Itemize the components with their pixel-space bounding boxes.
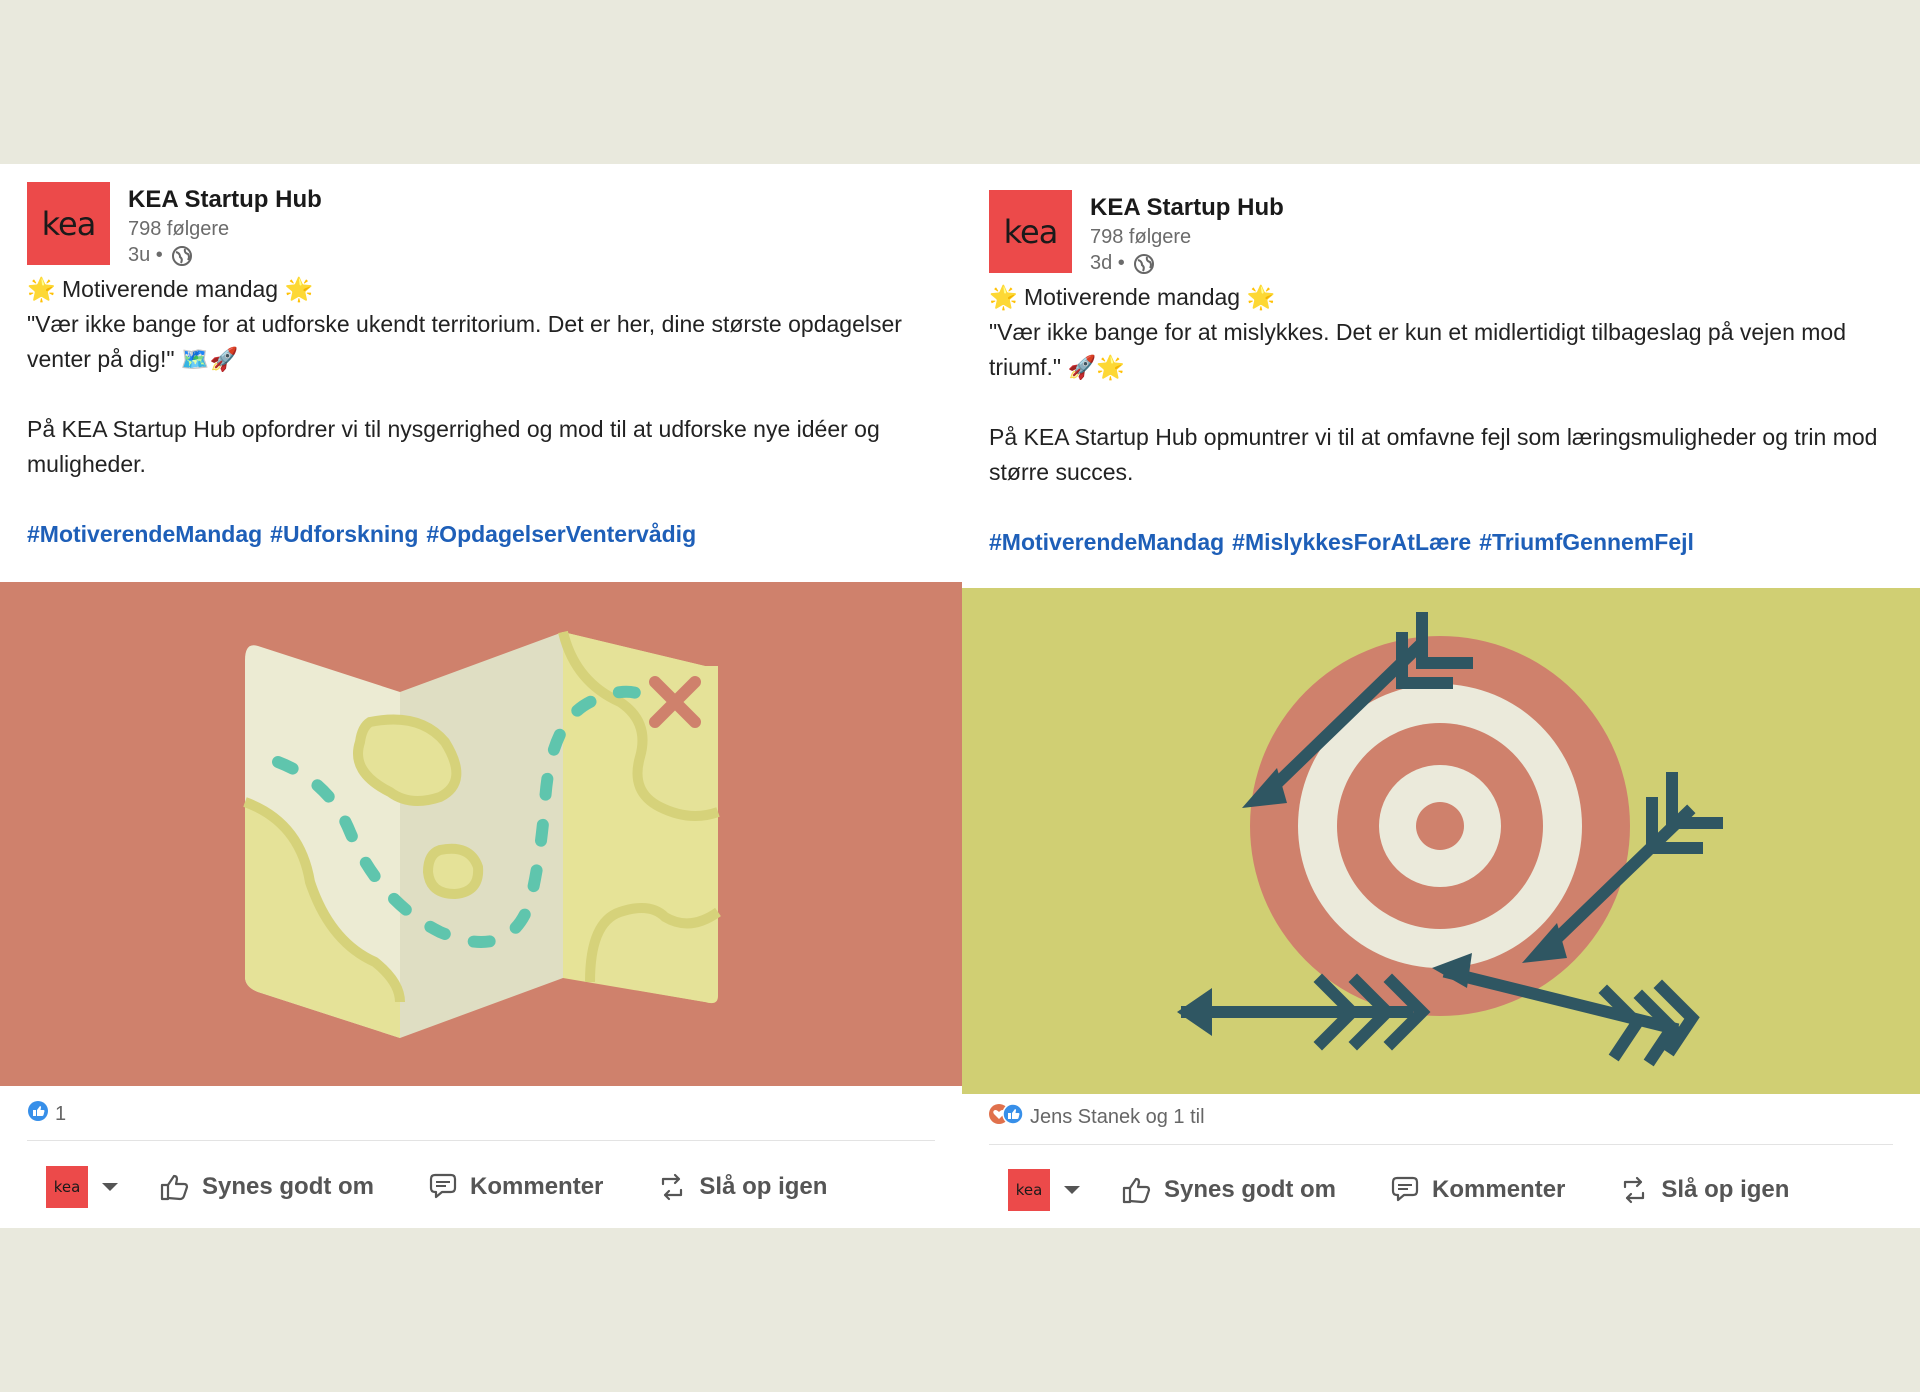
post-heading: 🌟 Motiverende mandag 🌟	[989, 284, 1276, 310]
repost-icon	[655, 1170, 689, 1204]
comment-label: Kommenter	[1432, 1176, 1566, 1203]
post-time: 3d •	[1090, 252, 1125, 274]
comment-icon	[426, 1170, 460, 1204]
actor-avatar: kea	[46, 1166, 88, 1208]
author-name[interactable]: KEA Startup Hub	[1090, 194, 1284, 222]
hashtag-link[interactable]: #TriumfGennemFejl	[1479, 529, 1694, 555]
divider	[27, 1140, 935, 1141]
post-quote: "Vær ikke bange for at udforske ukendt t…	[27, 311, 902, 372]
reaction-summary[interactable]: Jens Stanek og 1 til	[988, 1103, 1205, 1131]
post-as-selector[interactable]: kea	[46, 1166, 118, 1208]
post-meta: 3u •	[128, 244, 193, 267]
action-bar: kea Synes godt om Kommenter Slå op igen	[0, 1166, 962, 1208]
post-heading: 🌟 Motiverende mandag 🌟	[27, 276, 314, 302]
hashtag-link[interactable]: #Udforskning	[270, 521, 418, 547]
like-reaction-icon	[27, 1100, 49, 1128]
comment-icon	[1388, 1173, 1422, 1207]
like-button[interactable]: Synes godt om	[1120, 1173, 1336, 1207]
post-quote: "Vær ikke bange for at mislykkes. Det er…	[989, 319, 1847, 380]
chevron-down-icon	[102, 1183, 118, 1191]
author-name[interactable]: KEA Startup Hub	[128, 186, 322, 214]
repost-button[interactable]: Slå op igen	[655, 1170, 827, 1204]
post-paragraph: På KEA Startup Hub opmuntrer vi til at o…	[989, 424, 1878, 485]
action-bar: kea Synes godt om Kommenter Slå op igen	[962, 1169, 1920, 1211]
post-as-selector[interactable]: kea	[1008, 1169, 1080, 1211]
hashtag-link[interactable]: #MotiverendeMandag	[27, 521, 262, 547]
repost-label: Slå op igen	[699, 1173, 828, 1200]
comment-button[interactable]: Kommenter	[1388, 1173, 1565, 1207]
repost-label: Slå op igen	[1661, 1176, 1790, 1203]
thumbs-up-icon	[158, 1170, 192, 1204]
thumbs-up-icon	[1120, 1173, 1154, 1207]
post-image-target[interactable]	[962, 588, 1920, 1094]
hashtag-list: #MotiverendeMandag #Udforskning #Opdagelse…	[0, 517, 962, 552]
logo-text: kea	[41, 204, 97, 243]
like-label: Synes godt om	[202, 1173, 375, 1200]
reaction-count: 1	[55, 1102, 67, 1125]
post-header: kea KEA Startup Hub 798 følgere 3u •	[0, 164, 962, 272]
post-card: kea KEA Startup Hub 798 følgere 3d • 🌟 M…	[962, 164, 1920, 1228]
chevron-down-icon	[1064, 1186, 1080, 1194]
post-body: 🌟 Motiverende mandag 🌟 "Vær ikke bange f…	[962, 280, 1920, 490]
comment-label: Kommenter	[470, 1173, 604, 1200]
post-time: 3u •	[128, 244, 163, 266]
actor-avatar: kea	[1008, 1169, 1050, 1211]
logo-text: kea	[1015, 1181, 1043, 1199]
hashtag-link[interactable]: #OpdagelserVentervådig	[426, 521, 696, 547]
reaction-summary[interactable]: 1	[27, 1100, 66, 1128]
reaction-text: Jens Stanek og 1 til	[1030, 1105, 1205, 1128]
post-image-map[interactable]	[0, 582, 962, 1086]
like-button[interactable]: Synes godt om	[158, 1170, 374, 1204]
globe-icon	[171, 245, 193, 267]
logo-text: kea	[1003, 212, 1059, 251]
hashtag-link[interactable]: #MislykkesForAtLære	[1232, 529, 1471, 555]
post-paragraph: På KEA Startup Hub opfordrer vi til nysg…	[27, 416, 880, 477]
comment-button[interactable]: Kommenter	[426, 1170, 603, 1204]
post-body: 🌟 Motiverende mandag 🌟 "Vær ikke bange f…	[0, 272, 962, 482]
globe-icon	[1133, 253, 1155, 275]
logo-text: kea	[53, 1178, 81, 1196]
follower-count: 798 følgere	[128, 218, 230, 240]
post-card: kea KEA Startup Hub 798 følgere 3u • 🌟 M…	[0, 164, 962, 1228]
hashtag-list: #MotiverendeMandag #MislykkesForAtLære #Tr…	[962, 525, 1920, 560]
follower-count: 798 følgere	[1090, 226, 1192, 248]
post-header: kea KEA Startup Hub 798 følgere 3d •	[962, 172, 1920, 280]
divider	[989, 1144, 1893, 1145]
like-label: Synes godt om	[1164, 1176, 1337, 1203]
company-logo[interactable]: kea	[27, 182, 110, 265]
repost-button[interactable]: Slå op igen	[1617, 1173, 1789, 1207]
post-meta: 3d •	[1090, 252, 1155, 275]
celebrate-reaction-icon	[988, 1103, 1024, 1131]
repost-icon	[1617, 1173, 1651, 1207]
hashtag-link[interactable]: #MotiverendeMandag	[989, 529, 1224, 555]
company-logo[interactable]: kea	[989, 190, 1072, 273]
